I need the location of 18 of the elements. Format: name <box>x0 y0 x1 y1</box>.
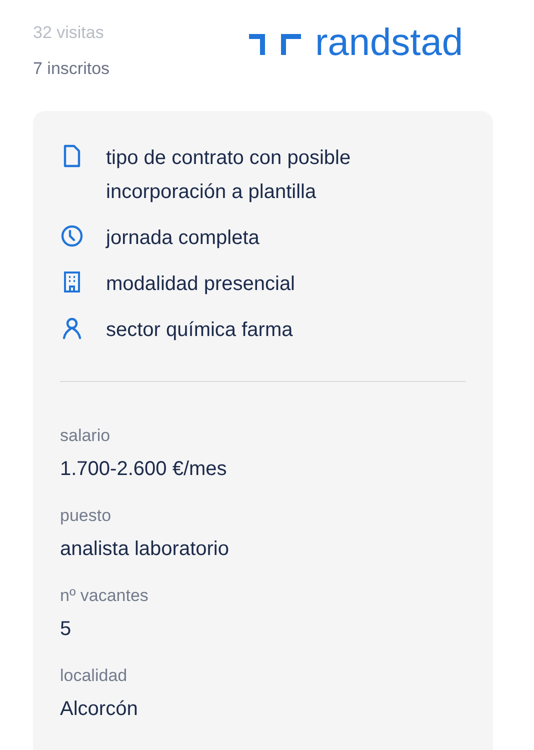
detail-label: localidad <box>60 665 128 687</box>
detail-label: nº vacantes <box>60 585 150 607</box>
detail-value: analista laboratorio <box>60 537 230 562</box>
detail-label: salario <box>60 425 112 447</box>
detail-value: 1.700-2.600 €/mes <box>60 457 228 482</box>
logo-icon <box>249 31 302 55</box>
randstad-logo: randstad <box>249 24 463 62</box>
feature-text: jornada completa <box>106 226 260 251</box>
clock-icon <box>60 224 84 248</box>
detail-label: puesto <box>60 505 112 527</box>
person-icon <box>60 316 84 340</box>
feature-text: sector química farma <box>106 318 293 343</box>
feature-text: tipo de contrato con posible incorporación a plantilla <box>106 146 352 205</box>
applicants-count: 7 inscritos <box>33 58 110 80</box>
visits-count: 32 visitas <box>33 22 105 44</box>
detail-value: Alcorcón <box>60 697 139 722</box>
detail-value: 5 <box>60 617 72 642</box>
feature-text: modalidad presencial <box>106 272 296 297</box>
